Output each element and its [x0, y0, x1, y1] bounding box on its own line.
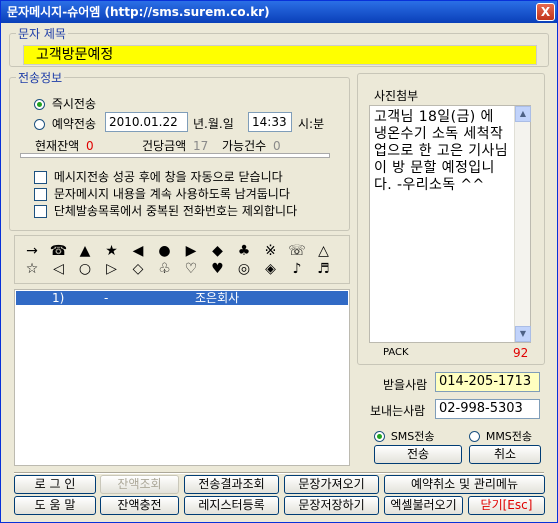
send-button[interactable]: 전송 — [374, 445, 462, 464]
symbol-button[interactable]: ▶ — [180, 243, 202, 259]
subject-input[interactable]: 고객방문예정 — [23, 45, 537, 65]
radio-selected-icon — [374, 431, 385, 442]
cancel-button[interactable]: 취소 — [469, 445, 541, 464]
immediate-send-label: 즉시전송 — [51, 97, 96, 111]
symbol-button[interactable]: ♧ — [154, 261, 176, 277]
option-keep-content-checkbox[interactable]: 문자메시지 내용을 계속 사용하도록 남겨둡니다 — [34, 185, 290, 202]
reserve-send-radio[interactable]: 예약전송 — [34, 115, 96, 132]
scroll-up-icon[interactable]: ▲ — [515, 106, 531, 122]
option-dedupe-label: 단체발송목록에서 중복된 전화번호는 제외합니다 — [53, 204, 298, 218]
balance-info: 현재잔액 0 — [35, 137, 94, 154]
list-item-index: 1) — [52, 291, 65, 305]
save-sentence-button[interactable]: 문장저장하기 — [284, 496, 379, 515]
to-label: 받을사람 — [383, 378, 428, 392]
unit-price-label: 건당금액 — [142, 139, 187, 153]
registry-button[interactable]: 레지스터등록 — [184, 496, 279, 515]
from-input[interactable]: 02-998-5303 — [435, 399, 540, 419]
from-label: 보내는사람 — [370, 404, 426, 418]
char-count: 92 — [513, 346, 529, 360]
available-label: 가능건수 — [222, 139, 267, 153]
balance-value: 0 — [86, 139, 94, 153]
symbol-button[interactable]: ▲ — [74, 243, 96, 259]
radio-empty-icon — [34, 119, 45, 130]
symbol-button[interactable]: △ — [313, 243, 335, 259]
symbol-button[interactable]: → — [21, 243, 43, 259]
symbol-button[interactable]: ♪ — [286, 261, 308, 277]
option-dedupe-checkbox[interactable]: 단체발송목록에서 중복된 전화번호는 제외합니다 — [34, 202, 297, 219]
symbol-button[interactable]: ※ — [260, 243, 282, 259]
option-keep-content-label: 문자메시지 내용을 계속 사용하도록 남겨둡니다 — [53, 187, 290, 201]
symbol-button[interactable]: ◁ — [48, 261, 70, 277]
mms-send-radio[interactable]: MMS전송 — [469, 428, 532, 444]
photo-attach-label: 사진첨부 — [374, 89, 419, 103]
option-auto-close-checkbox[interactable]: 메시지전송 성공 후에 창을 자동으로 닫습니다 — [34, 168, 283, 185]
title-bar: 문자메시지-슈어엠 (http://sms.surem.co.kr) X — [1, 1, 557, 23]
sms-window: 문자메시지-슈어엠 (http://sms.surem.co.kr) X 문자 … — [0, 0, 558, 523]
subject-legend: 문자 제목 — [18, 27, 66, 41]
help-button[interactable]: 도 움 말 — [14, 496, 96, 515]
symbol-button[interactable]: ◀ — [127, 243, 149, 259]
list-item[interactable]: 1) - 조은회사 — [16, 291, 348, 305]
list-item-name: 조은회사 — [195, 291, 240, 305]
symbol-button[interactable]: ☏ — [286, 243, 308, 259]
excel-load-button[interactable]: 엑셀불러오기 — [384, 496, 463, 515]
login-button[interactable]: 로 그 인 — [14, 475, 96, 494]
symbol-palette: → ☎ ▲ ★ ◀ ● ▶ ◆ ♣ ※ ☏ △ ☆ ◁ ○ ▷ ◇ ♧ ♡ ♥ ◎ ◈ ♪ ♬ — [14, 235, 350, 284]
to-input[interactable]: 014-205-1713 — [435, 372, 540, 392]
symbol-button[interactable]: ◇ — [127, 261, 149, 277]
load-sentence-button[interactable]: 문장가져오기 — [284, 475, 379, 494]
balance-label: 현재잔액 — [35, 139, 80, 153]
send-progress-bar — [20, 153, 330, 158]
symbol-button[interactable]: ♥ — [207, 261, 229, 277]
close-window-button[interactable]: X — [536, 3, 555, 21]
close-button[interactable]: 닫기[Esc] — [468, 496, 545, 515]
symbol-button[interactable]: ★ — [101, 243, 123, 259]
checkbox-icon — [34, 205, 47, 218]
symbol-button[interactable]: ◆ — [207, 243, 229, 259]
symbol-button[interactable]: ○ — [74, 261, 96, 277]
reserve-time-input[interactable]: 14:33 — [248, 112, 292, 132]
symbol-button[interactable]: ☆ — [21, 261, 43, 277]
list-item-separator: - — [104, 291, 109, 305]
reserve-date-input[interactable]: 2010.01.22 — [105, 112, 188, 132]
reserve-send-label: 예약전송 — [51, 117, 96, 131]
symbol-button[interactable]: ◎ — [233, 261, 255, 277]
symbol-button[interactable]: ▷ — [101, 261, 123, 277]
message-scrollbar[interactable]: ▲ ▼ — [514, 106, 531, 342]
scroll-down-icon[interactable]: ▼ — [515, 326, 531, 342]
send-result-button[interactable]: 전송결과조회 — [184, 475, 279, 494]
symbol-button[interactable]: ♬ — [313, 261, 335, 277]
message-box[interactable]: 고객님 18일(금) 에 냉온수기 소독 세척작업으로 한 고은 기사님이 방 … — [369, 105, 531, 343]
send-info-legend: 전송정보 — [18, 71, 63, 85]
radio-selected-icon — [34, 99, 45, 110]
symbol-button[interactable]: ♣ — [233, 243, 255, 259]
available-value: 0 — [273, 139, 281, 153]
mms-send-label: MMS전송 — [485, 430, 533, 443]
option-auto-close-label: 메시지전송 성공 후에 창을 자동으로 닫습니다 — [53, 170, 283, 184]
recipient-list[interactable]: 1) - 조은회사 — [14, 289, 350, 466]
available-info: 가능건수 0 — [222, 137, 281, 154]
date-unit-label: 년.월.일 — [193, 117, 234, 131]
sms-send-label: SMS전송 — [390, 430, 435, 443]
symbol-button[interactable]: ☎ — [48, 243, 70, 259]
message-type-label: PACK — [383, 347, 409, 358]
message-textarea[interactable]: 고객님 18일(금) 에 냉온수기 소독 세척작업으로 한 고은 기사님이 방 … — [371, 107, 512, 333]
symbol-button[interactable]: ♡ — [180, 261, 202, 277]
unit-price-value: 17 — [193, 139, 209, 153]
balance-check-button[interactable]: 잔액조회 — [100, 475, 179, 494]
bottom-divider — [14, 472, 544, 474]
time-unit-label: 시:분 — [298, 117, 325, 131]
radio-empty-icon — [469, 431, 480, 442]
checkbox-icon — [34, 171, 47, 184]
symbol-button[interactable]: ● — [154, 243, 176, 259]
unit-price-info: 건당금액 17 — [142, 137, 208, 154]
recharge-button[interactable]: 잔액충전 — [100, 496, 179, 515]
reserve-manage-button[interactable]: 예약취소 및 관리메뉴 — [384, 475, 545, 494]
symbol-button[interactable]: ◈ — [260, 261, 282, 277]
subject-group: 문자 제목 고객방문예정 — [9, 25, 549, 67]
window-title: 문자메시지-슈어엠 (http://sms.surem.co.kr) — [7, 5, 270, 19]
checkbox-icon — [34, 188, 47, 201]
immediate-send-radio[interactable]: 즉시전송 — [34, 95, 96, 112]
sms-send-radio[interactable]: SMS전송 — [374, 428, 435, 444]
